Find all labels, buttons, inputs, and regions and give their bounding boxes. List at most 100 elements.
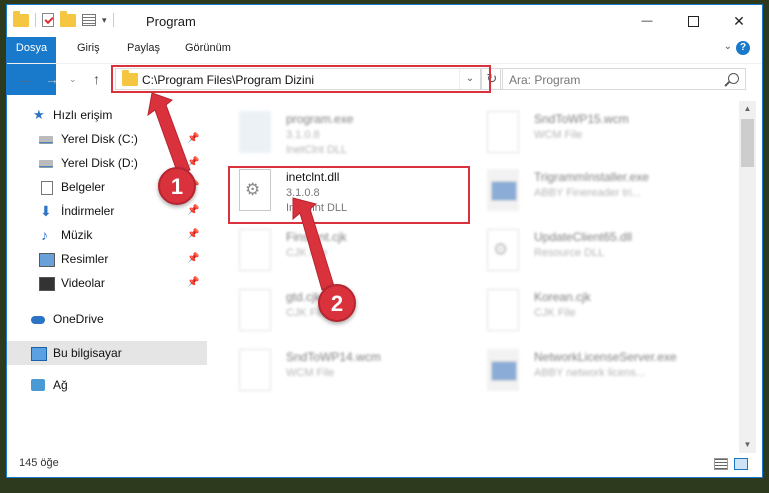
file-name: SndToWP15.wcm: [534, 112, 629, 126]
sidebar-item-local-disk-c[interactable]: Yerel Disk (C:) 📌: [7, 127, 207, 151]
sidebar-item-this-pc[interactable]: Bu bilgisayar: [7, 341, 207, 365]
maximize-button[interactable]: [670, 5, 716, 37]
file-icon: [487, 111, 519, 153]
customize-view-icon[interactable]: [82, 14, 96, 26]
qat-dropdown-icon[interactable]: ▾: [102, 15, 107, 26]
address-bar[interactable]: C:\Program Files\Program Dizini ⌄: [115, 68, 481, 90]
file-version: 3.1.0.8: [286, 187, 320, 199]
search-icon: [728, 73, 739, 84]
sidebar-item-label: Yerel Disk (C:): [61, 132, 138, 146]
details-view-icon[interactable]: [714, 458, 728, 470]
music-icon: ♪: [41, 227, 48, 243]
file-item[interactable]: program.exe 3.1.0.8 InetClnt DLL: [217, 105, 467, 163]
expand-ribbon-icon[interactable]: ⌄: [724, 41, 732, 52]
file-name: program.exe: [286, 112, 354, 126]
tab-view[interactable]: Görünüm: [173, 37, 243, 59]
file-type: CJK File: [286, 247, 328, 259]
pin-icon[interactable]: 📌: [187, 127, 199, 151]
file-name: NetworkLicenseServer.exe: [534, 350, 677, 364]
sidebar-item-label: Resimler: [61, 252, 109, 266]
ribbon-tabs: Dosya Giriş Paylaş Görünüm ⌄ ?: [7, 37, 762, 95]
new-folder-icon[interactable]: [60, 10, 76, 27]
refresh-icon: ↻: [486, 71, 498, 86]
sidebar-item-onedrive[interactable]: OneDrive: [7, 307, 207, 331]
videos-icon: [39, 277, 55, 291]
pin-icon[interactable]: 📌: [187, 247, 199, 271]
computer-icon: [31, 347, 47, 361]
scroll-up-icon[interactable]: ▲: [739, 101, 756, 117]
file-type: WCM File: [534, 129, 583, 141]
sidebar-item-videos[interactable]: Videolar 📌: [7, 271, 207, 295]
folder-icon: [122, 70, 138, 86]
dll-gear-icon: [239, 169, 271, 211]
tab-home[interactable]: Giriş: [65, 37, 112, 59]
sidebar-item-quick-access[interactable]: ★ Hızlı erişim: [7, 103, 207, 127]
file-type: InetClnt DLL: [286, 202, 348, 214]
file-item[interactable]: SndToWP14.wcm WCM File: [217, 343, 467, 401]
pin-icon[interactable]: 📌: [187, 223, 199, 247]
file-version: 3.1.0.8: [286, 129, 320, 141]
pin-icon[interactable]: 📌: [187, 271, 199, 295]
help-icon[interactable]: ?: [736, 41, 750, 55]
scrollbar-thumb[interactable]: [741, 119, 754, 167]
minimize-button[interactable]: —: [624, 5, 670, 37]
sidebar-item-network[interactable]: Ağ: [7, 373, 207, 397]
drive-icon: [39, 160, 53, 168]
file-name: gtd.cjk: [286, 290, 321, 304]
file-icon: [239, 289, 271, 331]
pin-icon[interactable]: 📌: [187, 199, 199, 223]
step-2-badge: 2: [318, 284, 356, 322]
close-icon: ✕: [733, 12, 745, 29]
cloud-icon: [31, 316, 45, 324]
sidebar-item-label: İndirmeler: [61, 204, 115, 218]
explorer-window: ▾ Program — ✕ Dosya Giriş Paylaş Görünüm…: [6, 4, 763, 478]
sidebar-item-label: Bu bilgisayar: [53, 346, 122, 360]
file-name: inetclnt.dll: [286, 170, 340, 184]
file-type: WCM File: [286, 367, 335, 379]
quick-access-toolbar: ▾: [13, 10, 114, 27]
up-button[interactable]: ↑: [93, 71, 100, 87]
forward-button[interactable]: →: [45, 71, 59, 87]
search-box[interactable]: Ara: Program: [500, 68, 746, 90]
app-icon: [487, 349, 519, 391]
tiles-view-icon[interactable]: [734, 458, 748, 470]
sidebar-item-pictures[interactable]: Resimler 📌: [7, 247, 207, 271]
toolbar-separator: [35, 13, 36, 27]
file-item[interactable]: Finsmnt.cjk CJK File: [217, 223, 467, 281]
file-item[interactable]: NetworkLicenseServer.exe ABBY network li…: [465, 343, 715, 401]
file-icon: [487, 289, 519, 331]
vertical-scrollbar[interactable]: ▲ ▼: [739, 101, 756, 453]
address-path[interactable]: C:\Program Files\Program Dizini: [142, 73, 314, 87]
file-item[interactable]: UpdateClient65.dll Resource DLL: [465, 223, 715, 281]
pictures-icon: [39, 253, 55, 267]
file-icon: [239, 349, 271, 391]
sidebar-item-label: Belgeler: [61, 180, 106, 194]
file-name: SndToWP14.wcm: [286, 350, 381, 364]
recent-locations-button[interactable]: ⌄: [69, 74, 77, 85]
file-name: Finsmnt.cjk: [286, 230, 347, 244]
download-icon: ⬇: [40, 203, 52, 219]
file-name: Korean.cjk: [534, 290, 591, 304]
file-type: Resource DLL: [534, 247, 605, 259]
folder-icon: [13, 10, 29, 27]
file-item[interactable]: SndToWP15.wcm WCM File: [465, 105, 715, 163]
tab-share[interactable]: Paylaş: [115, 37, 172, 59]
file-item[interactable]: TrigrammInstaller.exe ABBY Finereader tr…: [465, 163, 715, 221]
maximize-icon: [687, 15, 699, 27]
properties-check-icon[interactable]: [42, 13, 54, 27]
file-item[interactable]: Korean.cjk CJK File: [465, 283, 715, 341]
close-button[interactable]: ✕: [716, 5, 762, 37]
document-icon: [41, 181, 53, 195]
file-description: ABBY network licens...: [534, 367, 646, 379]
address-dropdown-icon[interactable]: ⌄: [459, 69, 480, 89]
file-description: ABBY Finereader tri...: [534, 187, 641, 199]
search-input[interactable]: Ara: Program: [509, 73, 580, 87]
file-item-inetclnt-dll[interactable]: inetclnt.dll 3.1.0.8 InetClnt DLL: [217, 163, 467, 221]
sidebar-item-label: Hızlı erişim: [53, 108, 113, 122]
back-button[interactable]: ←: [19, 71, 33, 87]
sidebar-item-label: Yerel Disk (D:): [61, 156, 138, 170]
status-bar: 145 öğe: [7, 451, 762, 477]
file-icon: [239, 229, 271, 271]
sidebar-item-music[interactable]: ♪ Müzik 📌: [7, 223, 207, 247]
file-name: TrigrammInstaller.exe: [534, 170, 649, 184]
